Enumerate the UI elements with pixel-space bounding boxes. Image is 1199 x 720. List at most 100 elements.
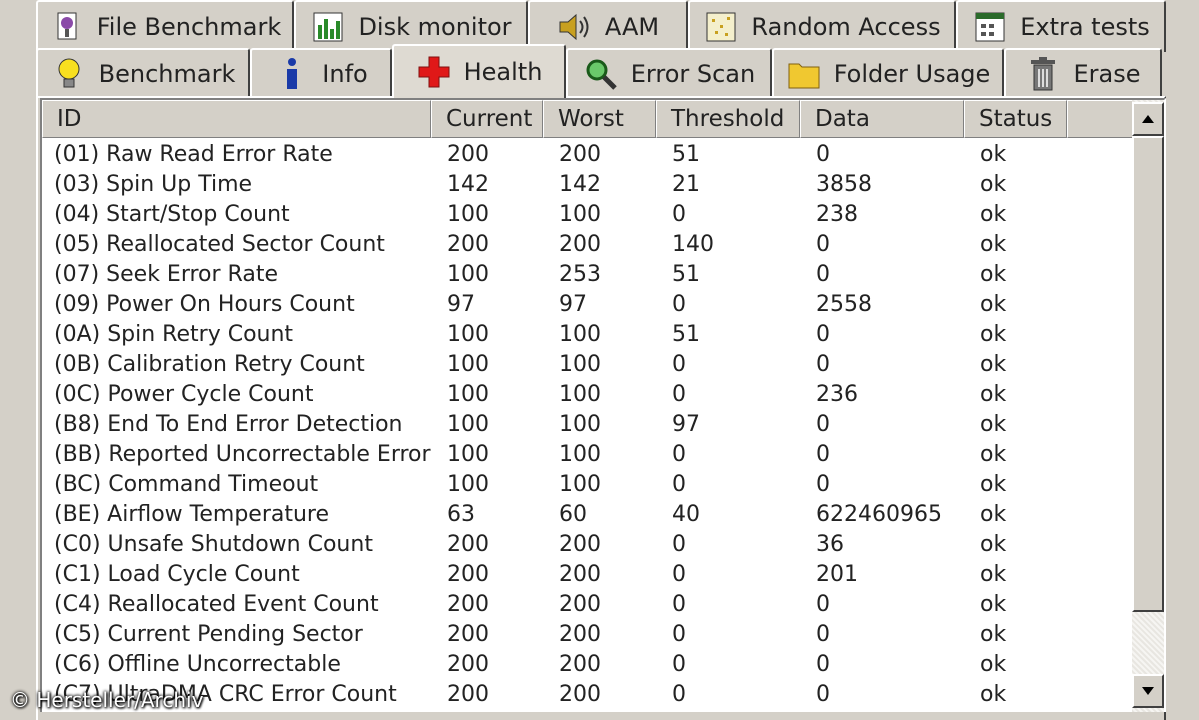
attribute-id: (03) Spin Up Time [54, 172, 253, 197]
worst-value: 100 [559, 472, 601, 497]
table-row[interactable]: (01) Raw Read Error Rate 200 200 51 0 ok [42, 140, 1134, 170]
tab-folder-usage[interactable]: Folder Usage [772, 48, 1004, 98]
attribute-id: (C1) Load Cycle Count [54, 562, 300, 587]
table-row[interactable]: (C7) UltraDMA CRC Error Count 200 200 0 0 ok [42, 680, 1134, 710]
table-row[interactable]: (C0) Unsafe Shutdown Count 200 200 0 36 ok [42, 530, 1134, 560]
attribute-id: (C5) Current Pending Sector [54, 622, 363, 647]
tab-random-access[interactable]: Random Access [688, 0, 956, 52]
attribute-id: (01) Raw Read Error Rate [54, 142, 333, 167]
status-value: ok [980, 142, 1007, 167]
worst-value: 200 [559, 592, 601, 617]
threshold-value: 97 [672, 412, 700, 437]
current-value: 200 [447, 142, 489, 167]
table-row[interactable]: (C4) Reallocated Event Count 200 200 0 0 ok [42, 590, 1134, 620]
threshold-value: 0 [672, 532, 686, 557]
tab-label: File Benchmark [96, 13, 282, 41]
current-value: 200 [447, 682, 489, 707]
raw-data-value: 2558 [816, 292, 872, 317]
attribute-id: (BE) Airflow Temperature [54, 502, 330, 527]
attribute-id: (C6) Offline Uncorrectable [54, 652, 341, 677]
attribute-id: (07) Seek Error Rate [54, 262, 278, 287]
worst-value: 200 [559, 682, 601, 707]
threshold-value: 0 [672, 442, 686, 467]
table-row[interactable]: (05) Reallocated Sector Count 200 200 140 0 o… [42, 230, 1134, 260]
current-value: 97 [447, 292, 475, 317]
worst-value: 200 [559, 142, 601, 167]
current-value: 200 [447, 652, 489, 677]
threshold-value: 0 [672, 292, 686, 317]
scrollbar-thumb[interactable] [1132, 136, 1164, 612]
table-row[interactable]: (0B) Calibration Retry Count 100 100 0 0 ok [42, 350, 1134, 380]
tab-info[interactable]: Info [250, 48, 392, 98]
threshold-value: 0 [672, 352, 686, 377]
threshold-value: 0 [672, 682, 686, 707]
status-value: ok [980, 172, 1007, 197]
threshold-value: 21 [672, 172, 700, 197]
tab-label: Info [322, 60, 368, 88]
attribute-id: (05) Reallocated Sector Count [54, 232, 385, 257]
attribute-id: (BC) Command Timeout [54, 472, 319, 497]
table-row[interactable]: (C1) Load Cycle Count 200 200 0 201 ok [42, 560, 1134, 590]
raw-data-value: 201 [816, 562, 858, 587]
table-row[interactable]: (0A) Spin Retry Count 100 100 51 0 ok [42, 320, 1134, 350]
worst-value: 200 [559, 652, 601, 677]
tab-label: Folder Usage [833, 60, 991, 88]
tab-benchmark[interactable]: Benchmark [36, 48, 250, 98]
table-row[interactable]: (C5) Current Pending Sector 200 200 0 0 ok [42, 620, 1134, 650]
smart-attribute-list[interactable]: ID Current Worst Threshold Data Status (… [40, 98, 1166, 712]
table-row[interactable]: (0C) Power Cycle Count 100 100 0 236 ok [42, 380, 1134, 410]
status-value: ok [980, 232, 1007, 257]
table-row[interactable]: (C6) Offline Uncorrectable 200 200 0 0 ok [42, 650, 1134, 680]
table-row[interactable]: (BB) Reported Uncorrectable Errors 100 100… [42, 440, 1134, 470]
status-value: ok [980, 682, 1007, 707]
health-cross-icon [416, 55, 452, 89]
column-header-row: ID Current Worst Threshold Data Status [42, 100, 1134, 138]
status-value: ok [980, 352, 1007, 377]
status-value: ok [980, 652, 1007, 677]
table-row[interactable]: (BC) Command Timeout 100 100 0 0 ok [42, 470, 1134, 500]
column-header-current[interactable]: Current [431, 100, 543, 138]
table-row[interactable]: (07) Seek Error Rate 100 253 51 0 ok [42, 260, 1134, 290]
tab-file-benchmark[interactable]: File Benchmark [36, 0, 294, 52]
raw-data-value: 0 [816, 412, 830, 437]
raw-data-value: 238 [816, 202, 858, 227]
status-value: ok [980, 292, 1007, 317]
tab-error-scan[interactable]: Error Scan [566, 48, 772, 98]
table-row[interactable]: (04) Start/Stop Count 100 100 0 238 ok [42, 200, 1134, 230]
table-row[interactable]: (03) Spin Up Time 142 142 21 3858 ok [42, 170, 1134, 200]
raw-data-value: 236 [816, 382, 858, 407]
raw-data-value: 0 [816, 652, 830, 677]
column-header-id[interactable]: ID [42, 100, 431, 138]
column-header-status[interactable]: Status [964, 100, 1067, 138]
scroll-down-button[interactable] [1132, 674, 1164, 708]
vertical-scrollbar[interactable] [1132, 100, 1164, 712]
table-row[interactable]: (B8) End To End Error Detection 100 100 97 0… [42, 410, 1134, 440]
magnifier-icon [583, 57, 619, 91]
scroll-up-button[interactable] [1132, 102, 1164, 136]
status-value: ok [980, 472, 1007, 497]
status-value: ok [980, 442, 1007, 467]
tab-erase[interactable]: Erase [1004, 48, 1162, 98]
status-value: ok [980, 592, 1007, 617]
status-value: ok [980, 622, 1007, 647]
table-row[interactable]: (09) Power On Hours Count 97 97 0 2558 ok [42, 290, 1134, 320]
arrow-up-icon [1142, 115, 1154, 123]
trash-icon [1025, 57, 1061, 91]
column-header-worst[interactable]: Worst [543, 100, 656, 138]
threshold-value: 0 [672, 202, 686, 227]
image-credit: © Hersteller/Archiv [10, 688, 204, 712]
worst-value: 100 [559, 352, 601, 377]
tab-extra-tests[interactable]: Extra tests [956, 0, 1166, 52]
status-value: ok [980, 502, 1007, 527]
raw-data-value: 0 [816, 232, 830, 257]
table-row[interactable]: (BE) Airflow Temperature 63 60 40 622460965 o… [42, 500, 1134, 530]
status-value: ok [980, 202, 1007, 227]
attribute-id: (0B) Calibration Retry Count [54, 352, 365, 377]
current-value: 100 [447, 442, 489, 467]
current-value: 100 [447, 472, 489, 497]
column-header-data[interactable]: Data [800, 100, 964, 138]
column-header-threshold[interactable]: Threshold [656, 100, 800, 138]
current-value: 63 [447, 502, 475, 527]
tab-health[interactable]: Health [392, 44, 566, 98]
speaker-icon [557, 10, 593, 44]
